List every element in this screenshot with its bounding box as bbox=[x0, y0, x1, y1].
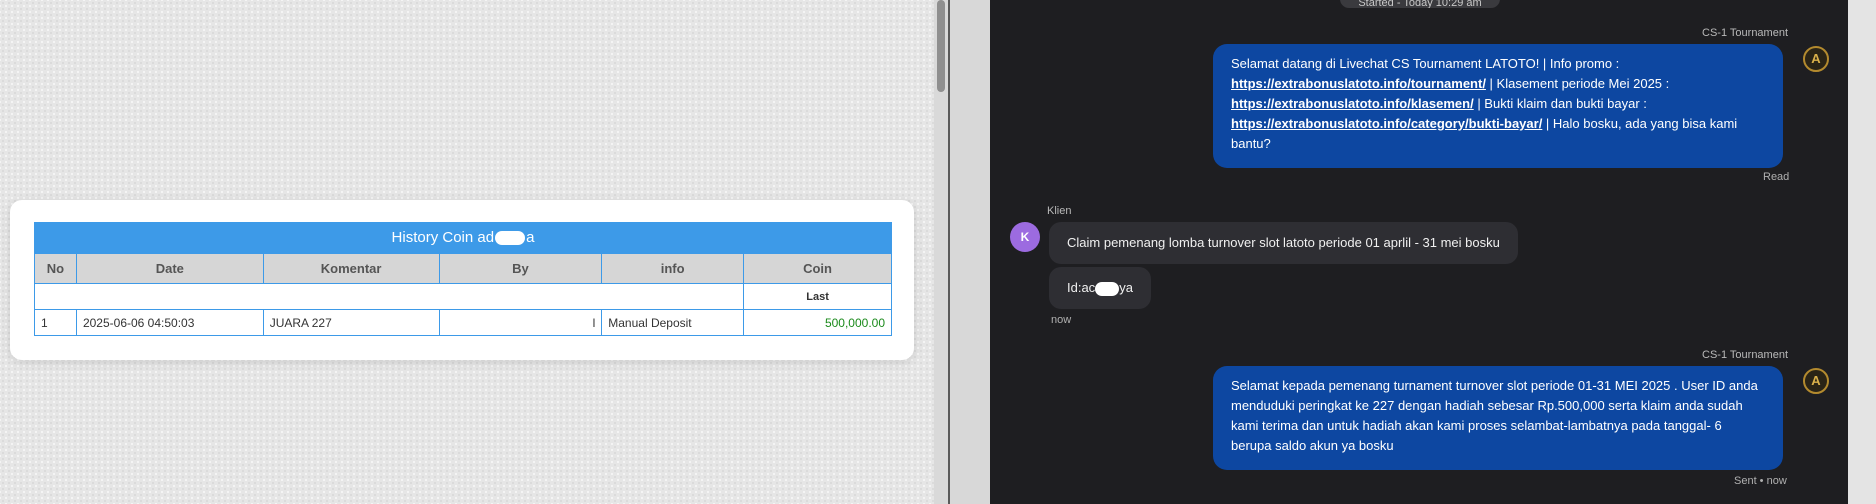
chat-started-pill: Started - Today 10:29 am bbox=[1340, 0, 1500, 8]
chat-right-edge bbox=[1848, 0, 1876, 504]
cell-komentar: JUARA 227 bbox=[262, 309, 440, 336]
message-text: | Bukti klaim dan bukti bayar : bbox=[1473, 96, 1647, 111]
client-message-bubble[interactable]: Claim pemenang lomba turnover slot latot… bbox=[1049, 222, 1518, 264]
coin-history-table-wrap: History Coin ad a No Date Komentar By inf… bbox=[34, 222, 892, 340]
col-header-coin[interactable]: Coin bbox=[743, 253, 892, 284]
col-header-info[interactable]: info bbox=[601, 253, 745, 284]
cell-coin: 500,000.00 bbox=[743, 309, 892, 336]
message-text: Selamat kepada pemenang turnament turnov… bbox=[1231, 378, 1758, 453]
client-message-time: now bbox=[1051, 314, 1072, 326]
redacted-username bbox=[495, 231, 526, 246]
coin-history-table: No Date Komentar By info Coin Last 1 202… bbox=[34, 253, 892, 336]
message-text: ya bbox=[1119, 280, 1133, 295]
message-text: Claim pemenang lomba turnover slot latot… bbox=[1067, 235, 1500, 250]
subheader-empty bbox=[34, 283, 745, 310]
agent-message-bubble[interactable]: Selamat kepada pemenang turnament turnov… bbox=[1213, 366, 1783, 470]
bukti-bayar-link[interactable]: https://extrabonuslatoto.info/category/b… bbox=[1231, 116, 1542, 131]
chat-pane: Started - Today 10:29 am CS-1 Tournament… bbox=[990, 0, 1876, 504]
coin-history-title: History Coin ad a bbox=[34, 222, 892, 253]
col-header-komentar[interactable]: Komentar bbox=[262, 253, 440, 284]
client-sender-label: Klien bbox=[1047, 205, 1072, 217]
read-status: Read bbox=[1763, 171, 1790, 183]
klasemen-link[interactable]: https://extrabonuslatoto.info/klasemen/ bbox=[1231, 96, 1474, 111]
coin-history-title-suffix: a bbox=[526, 229, 535, 246]
cell-by: l bbox=[438, 309, 603, 336]
redacted-id bbox=[1095, 281, 1120, 296]
agent-sender-label: CS-1 Tournament bbox=[1702, 27, 1789, 39]
col-header-date[interactable]: Date bbox=[75, 253, 264, 284]
col-header-no[interactable]: No bbox=[34, 253, 77, 284]
agent-avatar-icon: A bbox=[1803, 46, 1829, 72]
cell-no: 1 bbox=[34, 309, 77, 336]
pane-divider[interactable] bbox=[948, 0, 990, 504]
subheader-last: Last bbox=[743, 283, 892, 310]
client-message-bubble-id[interactable]: Id:ac ya bbox=[1049, 267, 1151, 309]
agent-avatar-icon: A bbox=[1803, 368, 1829, 394]
table-row[interactable]: 1 2025-06-06 04:50:03 JUARA 227 l Manual… bbox=[34, 309, 892, 336]
cell-info: Manual Deposit bbox=[601, 309, 745, 336]
agent-sender-label: CS-1 Tournament bbox=[1702, 349, 1789, 361]
left-scrollbar-thumb[interactable] bbox=[937, 0, 945, 92]
tournament-link[interactable]: https://extrabonuslatoto.info/tournament… bbox=[1231, 76, 1486, 91]
client-avatar: K bbox=[1010, 222, 1040, 252]
table-header-row: No Date Komentar By info Coin bbox=[34, 253, 892, 284]
coin-history-card: History Coin ad a No Date Komentar By inf… bbox=[10, 200, 914, 360]
message-text: Selamat datang di Livechat CS Tournament… bbox=[1231, 56, 1620, 71]
admin-pane: History Coin ad a No Date Komentar By inf… bbox=[0, 0, 950, 504]
col-header-by[interactable]: By bbox=[438, 253, 603, 284]
chat-background: Started - Today 10:29 am CS-1 Tournament… bbox=[990, 0, 1848, 504]
sent-status: Sent • now bbox=[1734, 475, 1787, 487]
message-text: | Klasement periode Mei 2025 : bbox=[1485, 76, 1670, 91]
message-text: Id:ac bbox=[1067, 280, 1096, 295]
agent-message-bubble[interactable]: Selamat datang di Livechat CS Tournament… bbox=[1213, 44, 1783, 168]
coin-history-title-prefix: History Coin ad bbox=[391, 229, 495, 246]
table-subheader-row: Last bbox=[34, 283, 892, 310]
cell-date: 2025-06-06 04:50:03 bbox=[75, 309, 264, 336]
